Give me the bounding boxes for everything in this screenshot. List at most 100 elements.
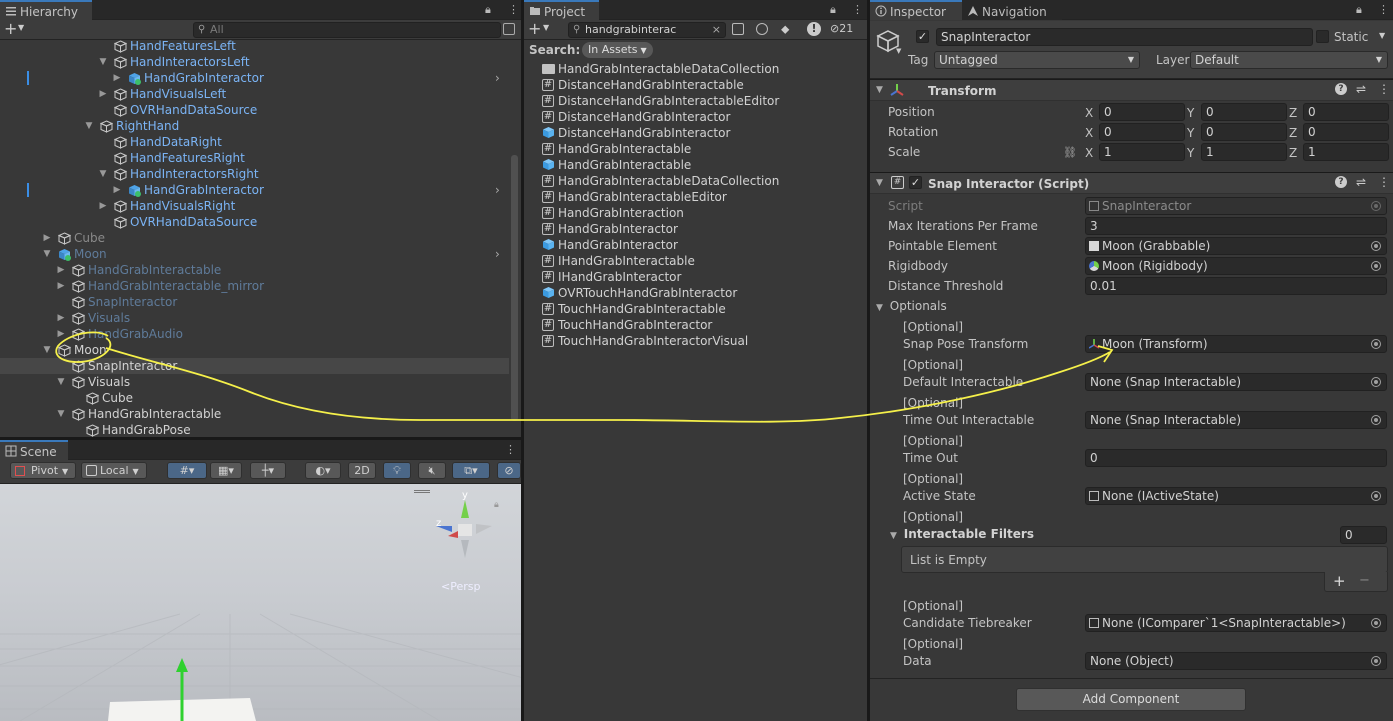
hierarchy-row[interactable]: ▶ Visuals [0, 310, 509, 326]
transform-z-field[interactable]: 0 [1303, 103, 1389, 121]
object-name-field[interactable]: SnapInteractor [936, 28, 1313, 46]
project-item[interactable]: DistanceHandGrabInteractor [524, 125, 867, 141]
hierarchy-row[interactable]: ▼ HandGrabInteractable [0, 406, 509, 422]
preset-icon[interactable]: ⇌ [1356, 82, 1366, 96]
object-picker-icon[interactable] [1371, 241, 1381, 251]
open-prefab-chevron-icon[interactable]: › [495, 70, 500, 86]
hierarchy-row[interactable]: ▼ Moon [0, 342, 509, 358]
axis-x-label[interactable]: X [1085, 146, 1093, 160]
expand-arrow-right-icon[interactable]: ▼ [98, 166, 108, 182]
hierarchy-row[interactable]: ▶ HandGrabInteractable [0, 262, 509, 278]
transform-x-field[interactable]: 0 [1099, 123, 1185, 141]
lock-icon[interactable]: 🔒︎ [830, 3, 836, 17]
hierarchy-row[interactable]: ▶ HandGrabInteractable_mirror [0, 278, 509, 294]
hierarchy-row[interactable]: ▼ Moon › [0, 246, 509, 262]
hierarchy-row[interactable]: SnapInteractor [0, 294, 509, 310]
filter-label-icon[interactable]: ⬥ [781, 22, 789, 37]
constrain-proportions-icon[interactable]: ⛓︎ [1063, 146, 1077, 159]
hierarchy-row[interactable]: ▶ HandGrabAudio [0, 326, 509, 342]
expand-arrow-right-icon[interactable]: ▶ [56, 262, 66, 278]
tag-dropdown[interactable]: Untagged ▼ [934, 51, 1140, 69]
transform-y-field[interactable]: 0 [1201, 103, 1287, 121]
distance-threshold-field[interactable]: 0.01 [1085, 277, 1387, 295]
hierarchy-row[interactable]: Cube [0, 390, 509, 406]
pointable-element-field[interactable]: Moon (Grabbable) [1085, 237, 1387, 255]
pivot-dropdown[interactable]: Pivot ▼ [10, 462, 76, 479]
project-item[interactable]: # DistanceHandGrabInteractor [524, 109, 867, 125]
project-item[interactable]: # DistanceHandGrabInteractableEditor [524, 93, 867, 109]
project-item[interactable]: # TouchHandGrabInteractable [524, 301, 867, 317]
axis-z-label[interactable]: Z [1289, 146, 1297, 160]
hierarchy-search-input[interactable]: ⚲ All [193, 22, 501, 38]
project-item[interactable]: # HandGrabInteractor [524, 221, 867, 237]
tab-hierarchy[interactable]: Hierarchy [0, 0, 92, 20]
rigidbody-field[interactable]: Moon (Rigidbody) [1085, 257, 1387, 275]
hierarchy-row[interactable]: SnapInteractor [0, 358, 509, 374]
viewport-handle[interactable] [414, 490, 430, 493]
hierarchy-row[interactable]: ▶ HandGrabInteractor › [0, 182, 509, 198]
hierarchy-row[interactable]: OVRHandDataSource [0, 102, 509, 118]
axis-x-label[interactable]: X [1085, 126, 1093, 140]
project-item[interactable]: # HandGrabInteractableEditor [524, 189, 867, 205]
hidden-packages-icon[interactable]: ⊘21 [830, 22, 853, 35]
grid-toggle-button[interactable]: ▦▾ [210, 462, 242, 479]
open-prefab-chevron-icon[interactable]: › [495, 182, 500, 198]
expand-arrow-right-icon[interactable]: ▶ [98, 86, 108, 102]
expand-arrow-down-icon[interactable]: ▼ [42, 342, 52, 358]
object-picker-icon[interactable] [1371, 261, 1381, 271]
static-checkbox[interactable] [1316, 30, 1329, 43]
mode-2d-button[interactable]: 2D [348, 462, 376, 479]
tab-navigation[interactable]: Navigation [962, 0, 1062, 20]
expand-arrow-right-icon[interactable]: ▶ [56, 310, 66, 326]
create-button[interactable]: + [4, 20, 17, 38]
hierarchy-row[interactable]: ▶ HandVisualsLeft [0, 86, 509, 102]
project-item[interactable]: # TouchHandGrabInteractorVisual [524, 333, 867, 349]
expand-arrow-right-icon[interactable]: ▶ [112, 70, 122, 86]
expand-arrow-right-icon[interactable]: ▶ [56, 278, 66, 294]
project-search-input[interactable]: ⚲ handgrabinterac × [568, 22, 726, 38]
hierarchy-scrollbar[interactable] [511, 155, 518, 421]
create-button[interactable]: + [528, 20, 541, 38]
max-iterations-field[interactable]: 3 [1085, 217, 1387, 235]
expand-arrow-right-icon[interactable]: ▶ [42, 230, 52, 246]
project-item[interactable]: # HandGrabInteraction [524, 205, 867, 221]
local-dropdown[interactable]: Local ▼ [81, 462, 147, 479]
interactable-filters-foldout[interactable]: ▼ Interactable Filters [890, 527, 1034, 541]
transform-x-field[interactable]: 1 [1099, 143, 1185, 161]
expand-arrow-right-icon[interactable]: ▶ [98, 198, 108, 214]
tab-inspector[interactable]: Inspector [870, 0, 962, 20]
lighting-toggle-icon[interactable]: 💡︎ [383, 462, 411, 479]
more-options-icon[interactable]: ⋮ [1378, 82, 1390, 96]
object-picker-icon[interactable] [1371, 339, 1381, 349]
clear-search-icon[interactable]: × [712, 23, 721, 37]
project-item[interactable]: # HandGrabInteractableDataCollection [524, 173, 867, 189]
expand-arrow-down-icon[interactable]: ▼ [42, 246, 52, 262]
axis-z-label[interactable]: Z [1289, 106, 1297, 120]
help-icon[interactable]: ? [1335, 176, 1347, 188]
more-options-icon[interactable]: ⋮ [1378, 3, 1389, 16]
project-item[interactable]: OVRTouchHandGrabInteractor [524, 285, 867, 301]
timeout-field[interactable]: 0 [1085, 449, 1387, 467]
lock-icon[interactable]: 🔒︎ [1356, 3, 1362, 17]
hierarchy-row[interactable]: HandDataRight [0, 134, 509, 150]
expand-arrow-down-icon[interactable]: ▼ [56, 374, 66, 390]
scene-filter-icon[interactable] [503, 23, 515, 35]
active-state-field[interactable]: None (IActiveState) [1085, 487, 1387, 505]
timeout-interactable-field[interactable]: None (Snap Interactable) [1085, 411, 1387, 429]
project-item[interactable]: HandGrabInteractable [524, 157, 867, 173]
project-item[interactable]: # TouchHandGrabInteractor [524, 317, 867, 333]
axis-y-label[interactable]: Y [1187, 126, 1194, 140]
filter-type-icon[interactable] [756, 23, 768, 35]
axis-x-label[interactable]: X [1085, 106, 1093, 120]
axis-z-label[interactable]: Z [1289, 126, 1297, 140]
axis-y-label[interactable]: Y [1187, 106, 1194, 120]
project-item[interactable]: # DistanceHandGrabInteractable [524, 77, 867, 93]
default-interactable-field[interactable]: None (Snap Interactable) [1085, 373, 1387, 391]
open-prefab-chevron-icon[interactable]: › [495, 246, 500, 262]
hierarchy-row[interactable]: HandFeaturesLeft [0, 38, 509, 54]
scene-viewport[interactable]: 🔒︎ y z <Persp [0, 484, 521, 721]
more-options-icon[interactable]: ⋮ [508, 3, 519, 16]
effects-toggle-button[interactable]: ⧉▾ [452, 462, 490, 479]
hidden-objects-toggle-icon[interactable]: ⊘ [497, 462, 521, 479]
filters-count-field[interactable]: 0 [1340, 526, 1387, 544]
